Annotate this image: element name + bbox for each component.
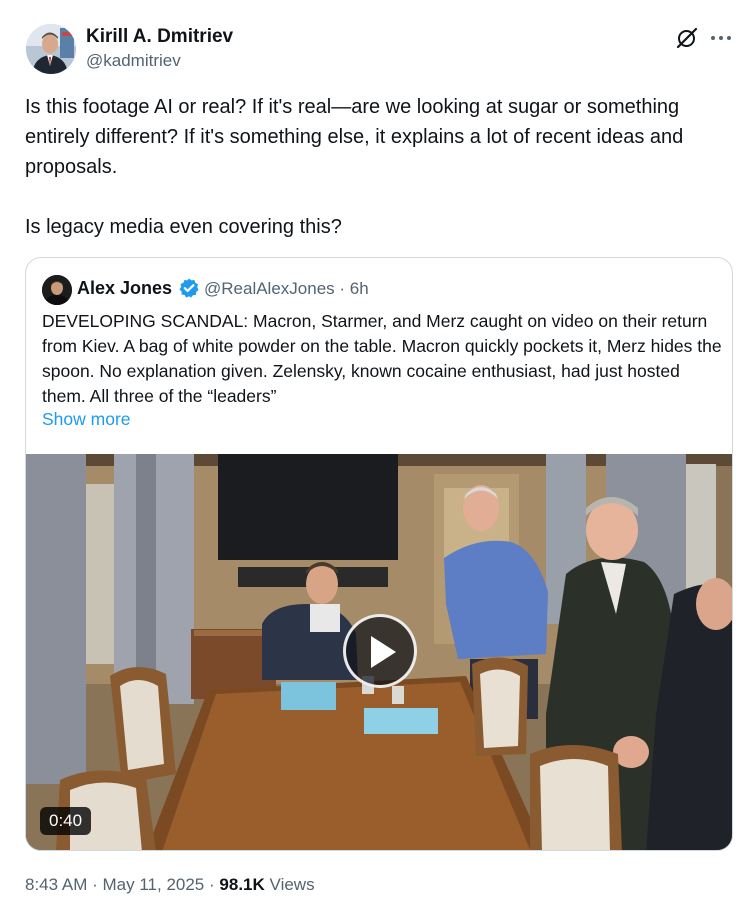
grok-icon[interactable] bbox=[675, 26, 699, 50]
author-name[interactable]: Kirill A. Dmitriev bbox=[86, 26, 233, 48]
quoted-author-handle-time[interactable]: @RealAlexJones · 6h bbox=[204, 279, 369, 299]
play-icon bbox=[371, 636, 396, 668]
author-handle[interactable]: @kadmitriev bbox=[86, 51, 181, 71]
meta-separator: · bbox=[92, 875, 98, 894]
video-duration: 0:40 bbox=[40, 807, 92, 835]
views-label: Views bbox=[269, 875, 315, 894]
quoted-post-text: DEVELOPING SCANDAL: Macron, Starmer, and… bbox=[42, 311, 722, 406]
post-text: Is this footage AI or real? If it's real… bbox=[25, 96, 684, 238]
verified-badge-icon bbox=[178, 277, 200, 299]
quoted-author-avatar[interactable] bbox=[42, 275, 72, 305]
post-date[interactable]: May 11, 2025 bbox=[103, 875, 205, 894]
play-button[interactable] bbox=[343, 614, 417, 688]
author-avatar[interactable] bbox=[26, 24, 76, 74]
views-count: 98.1K bbox=[219, 875, 265, 894]
person-avatar-icon bbox=[26, 24, 76, 74]
quoted-author-name[interactable]: Alex Jones bbox=[77, 278, 172, 299]
more-icon[interactable] bbox=[709, 26, 733, 50]
post-meta: 8:43 AM · May 11, 2025 · 98.1K Views bbox=[25, 875, 315, 895]
post-time[interactable]: 8:43 AM bbox=[25, 875, 87, 894]
person-avatar-icon bbox=[42, 275, 72, 305]
post-detail: Kirill A. Dmitriev @kadmitriev Is this f… bbox=[0, 0, 747, 916]
show-more-link[interactable]: Show more bbox=[42, 409, 131, 430]
quoted-post[interactable]: Alex Jones @RealAlexJones · 6h DEVELOPIN… bbox=[25, 257, 733, 851]
meta-separator: · bbox=[209, 875, 215, 894]
video-player[interactable]: 0:40 bbox=[26, 454, 732, 850]
